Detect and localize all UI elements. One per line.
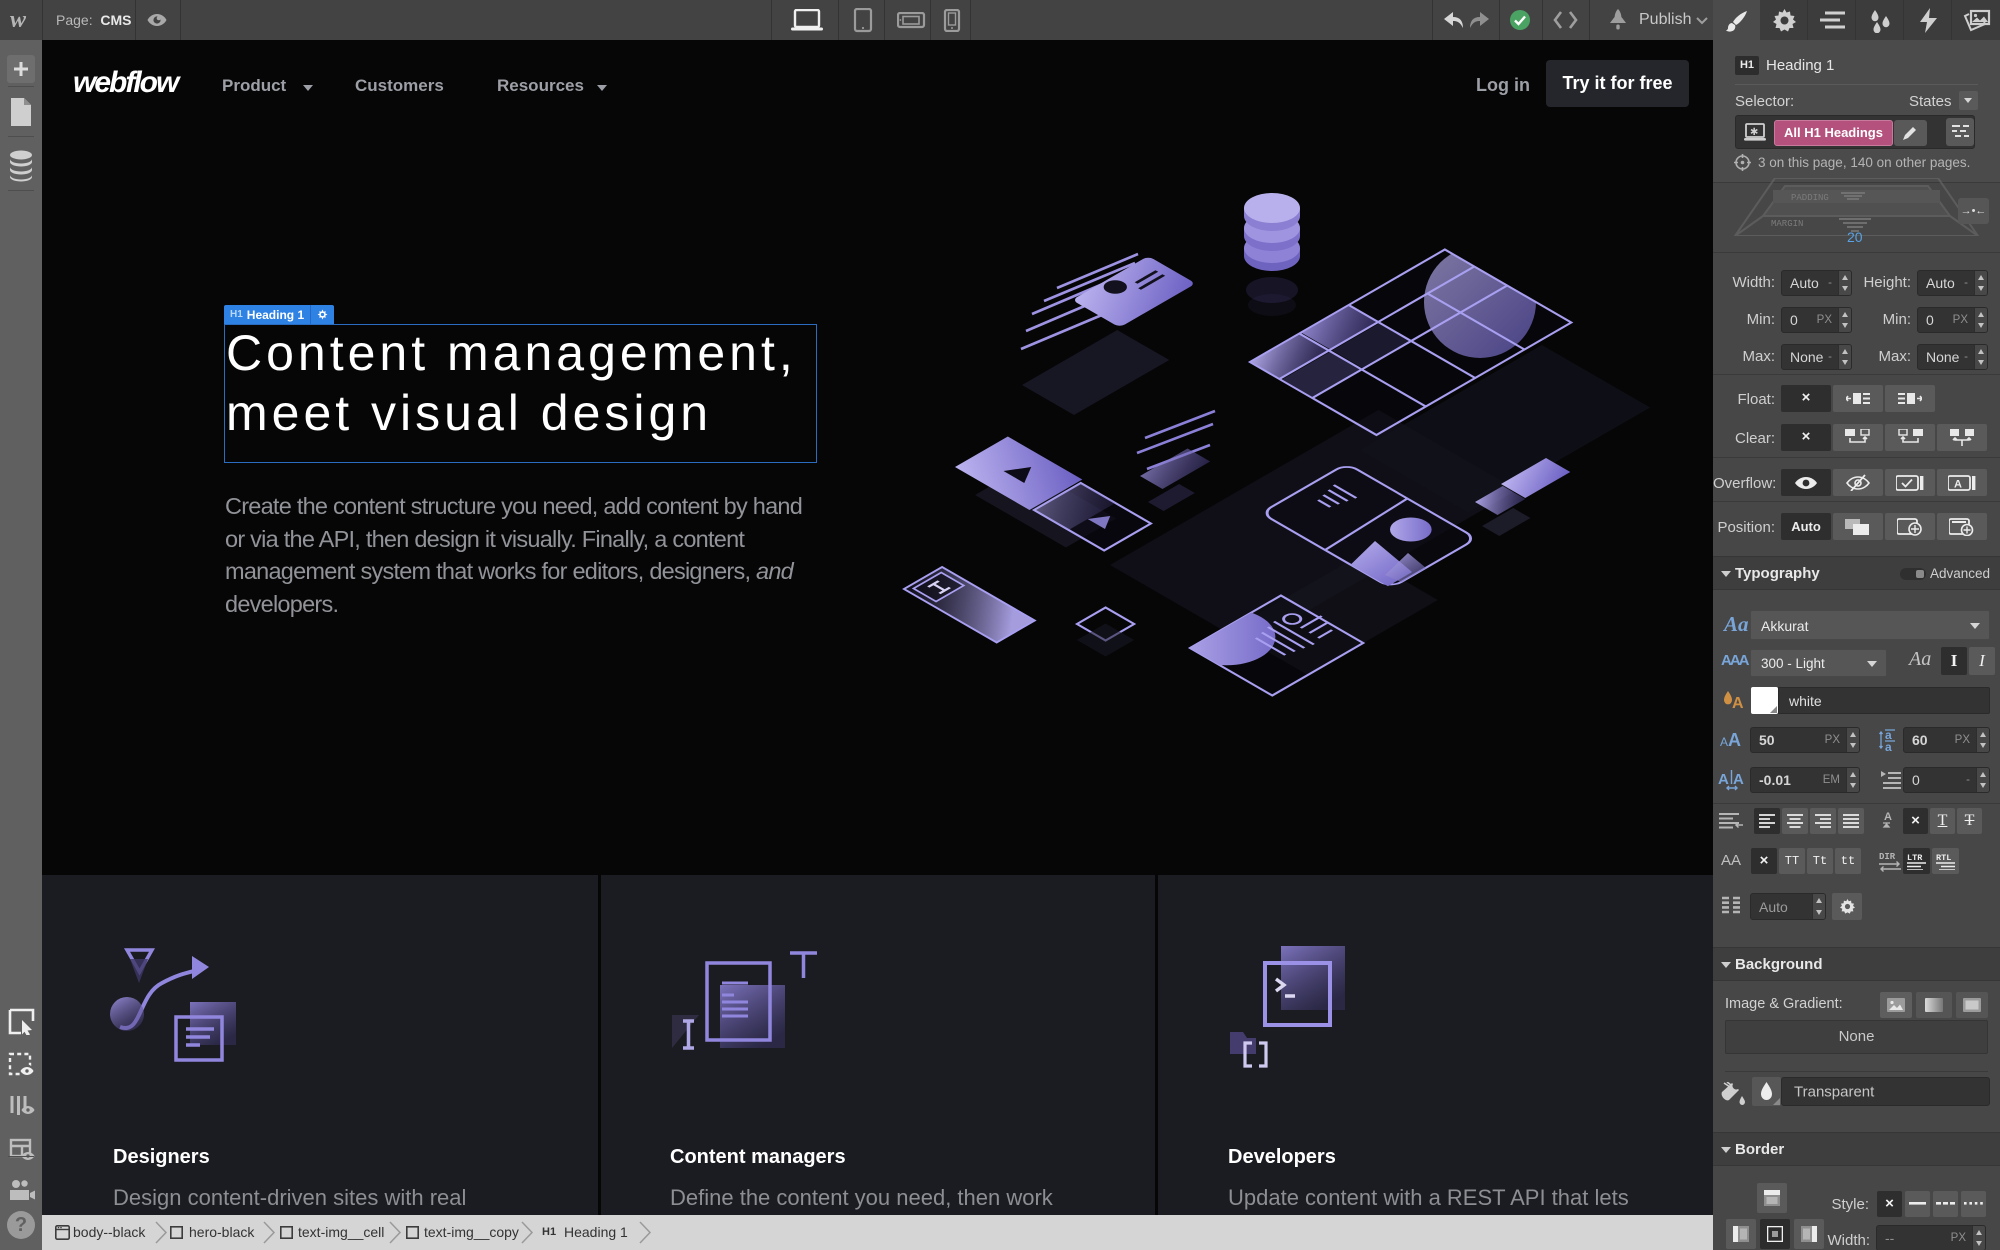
svg-text:MARGIN: MARGIN [1771, 219, 1803, 229]
svg-text:PADDING: PADDING [1791, 193, 1829, 203]
svg-text:RTL: RTL [1936, 853, 1951, 863]
svg-text:w: w [10, 8, 27, 32]
svg-text:DIR: DIR [1879, 852, 1896, 862]
svg-text:a: a [1885, 740, 1892, 752]
svg-text:LTR: LTR [1907, 853, 1923, 863]
svg-text:✱: ✱ [1750, 127, 1758, 138]
svg-text:A: A [1884, 811, 1892, 823]
svg-text:A: A [1732, 695, 1744, 712]
svg-text:A: A [1733, 771, 1744, 788]
svg-text:A: A [1954, 479, 1962, 491]
svg-text:A: A [1718, 771, 1729, 788]
